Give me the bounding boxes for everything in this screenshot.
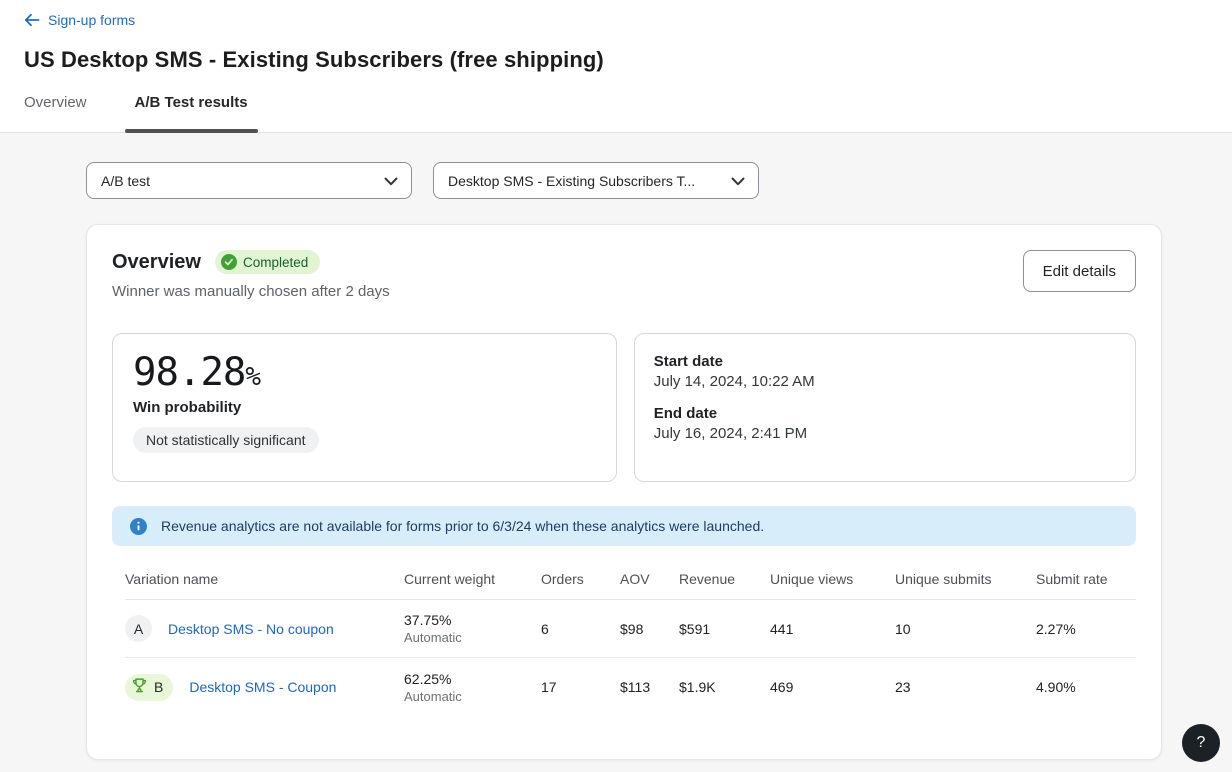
end-date-label: End date [654, 405, 1116, 422]
col-unique-submits: Unique submits [895, 571, 1036, 587]
info-icon [130, 518, 147, 535]
end-date-group: End date July 16, 2024, 2:41 PM [654, 405, 1116, 442]
variation-b-badge-letter: B [154, 679, 163, 695]
overview-card-header: Overview Completed Winner was manually c… [112, 250, 1136, 300]
orders-value: 6 [541, 621, 620, 637]
edit-details-button[interactable]: Edit details [1023, 250, 1136, 292]
revenue-value: $1.9K [679, 679, 770, 695]
tab-bar: Overview A/B Test results [24, 94, 1208, 132]
back-link-label: Sign-up forms [48, 12, 135, 28]
overview-heading: Overview [112, 251, 201, 274]
tab-ab-test-results[interactable]: A/B Test results [125, 94, 258, 132]
status-badge: Completed [215, 250, 320, 274]
weight-value: 37.75% [404, 612, 541, 628]
col-variation-name: Variation name [125, 571, 404, 587]
info-banner: Revenue analytics are not available for … [112, 506, 1136, 546]
significance-badge: Not statistically significant [133, 427, 319, 453]
start-date-value: July 14, 2024, 10:22 AM [654, 373, 1116, 390]
col-current-weight: Current weight [404, 571, 541, 587]
table-row: A Desktop SMS - No coupon 37.75% Automat… [125, 600, 1136, 658]
chevron-down-icon [731, 173, 745, 189]
unique-views-value: 469 [770, 679, 895, 695]
unique-views-value: 441 [770, 621, 895, 637]
weight-mode: Automatic [404, 630, 541, 645]
test-type-selected-value: A/B test [101, 173, 150, 189]
test-name-select[interactable]: Desktop SMS - Existing Subscribers T... [433, 162, 759, 199]
unique-submits-value: 10 [895, 621, 1036, 637]
weight-mode: Automatic [404, 689, 541, 704]
tab-overview[interactable]: Overview [14, 94, 97, 132]
start-date-group: Start date July 14, 2024, 10:22 AM [654, 353, 1116, 390]
table-row: B Desktop SMS - Coupon 62.25% Automatic … [125, 658, 1136, 716]
aov-value: $113 [620, 679, 679, 695]
filter-row: A/B test Desktop SMS - Existing Subscrib… [86, 162, 1162, 199]
percent-sign: % [245, 362, 261, 392]
weight-value: 62.25% [404, 671, 541, 687]
variation-b-link[interactable]: Desktop SMS - Coupon [189, 679, 336, 695]
help-button[interactable]: ? [1182, 724, 1220, 762]
win-probability-card: 98.28% Win probability Not statistically… [112, 333, 617, 482]
unique-submits-value: 23 [895, 679, 1036, 695]
start-date-label: Start date [654, 353, 1116, 370]
trophy-icon [131, 677, 148, 697]
stats-row: 98.28% Win probability Not statistically… [112, 333, 1136, 482]
main-content: A/B test Desktop SMS - Existing Subscrib… [0, 133, 1232, 760]
overview-subtitle: Winner was manually chosen after 2 days [112, 283, 390, 300]
dates-card: Start date July 14, 2024, 10:22 AM End d… [634, 333, 1136, 482]
info-banner-text: Revenue analytics are not available for … [161, 518, 764, 534]
table-header-row: Variation name Current weight Orders AOV… [125, 561, 1136, 600]
back-link[interactable]: Sign-up forms [24, 12, 135, 28]
overview-card: Overview Completed Winner was manually c… [86, 224, 1162, 760]
win-probability-value: 98.28% [133, 350, 596, 395]
test-name-selected-value: Desktop SMS - Existing Subscribers T... [448, 173, 695, 189]
page-title: US Desktop SMS - Existing Subscribers (f… [24, 47, 1208, 73]
status-badge-label: Completed [243, 255, 308, 270]
col-aov: AOV [620, 571, 679, 587]
page-header: Sign-up forms US Desktop SMS - Existing … [0, 0, 1232, 133]
variation-a-link[interactable]: Desktop SMS - No coupon [168, 621, 334, 637]
col-orders: Orders [541, 571, 620, 587]
variation-b-winner-badge: B [125, 674, 173, 701]
back-arrow-icon [24, 13, 40, 27]
win-probability-number: 98.28 [133, 350, 245, 395]
variation-a-badge: A [125, 615, 152, 642]
revenue-value: $591 [679, 621, 770, 637]
aov-value: $98 [620, 621, 679, 637]
col-unique-views: Unique views [770, 571, 895, 587]
test-type-select[interactable]: A/B test [86, 162, 412, 199]
end-date-value: July 16, 2024, 2:41 PM [654, 425, 1116, 442]
submit-rate-value: 2.27% [1036, 621, 1136, 637]
win-probability-label: Win probability [133, 399, 596, 416]
col-submit-rate: Submit rate [1036, 571, 1136, 587]
chevron-down-icon [384, 173, 398, 189]
orders-value: 17 [541, 679, 620, 695]
variations-table: Variation name Current weight Orders AOV… [125, 561, 1136, 716]
submit-rate-value: 4.90% [1036, 679, 1136, 695]
check-circle-icon [221, 254, 237, 270]
col-revenue: Revenue [679, 571, 770, 587]
